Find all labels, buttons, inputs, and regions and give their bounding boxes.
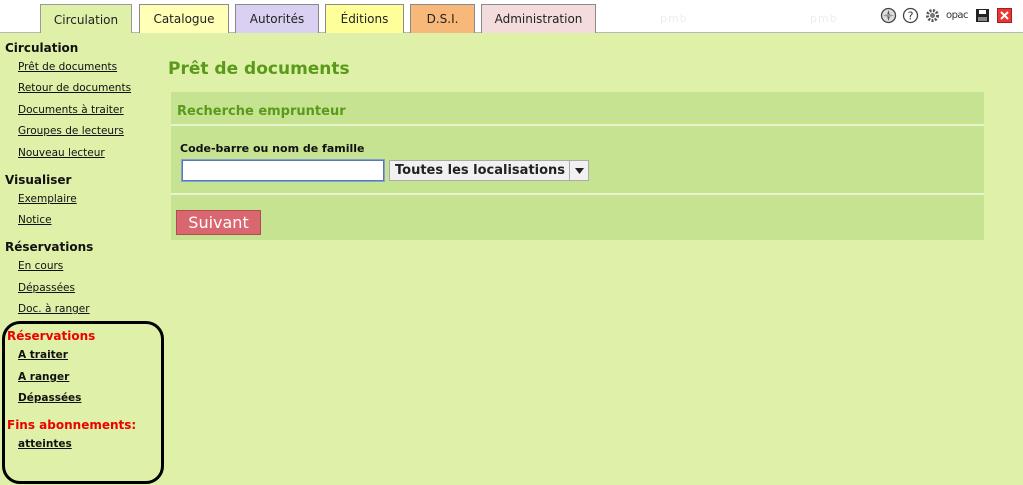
- pmb-watermark: pmb: [810, 12, 838, 25]
- sidebar-item-groupes-lecteurs[interactable]: Groupes de lecteurs: [18, 125, 124, 137]
- alert-item-atteintes[interactable]: atteintes: [18, 438, 72, 450]
- sidebar-item-exemplaire[interactable]: Exemplaire: [18, 193, 77, 205]
- page-title: Prêt de documents: [168, 59, 350, 79]
- compass-icon[interactable]: [879, 6, 897, 24]
- top-tab-bar: Circulation Catalogue Autorités Éditions…: [0, 0, 1023, 34]
- suivant-button[interactable]: Suivant: [176, 210, 261, 235]
- sidebar-section-reservations: Réservations: [5, 240, 94, 254]
- alert-item-a-traiter[interactable]: A traiter: [18, 349, 68, 361]
- location-select[interactable]: Toutes les localisations: [389, 160, 589, 181]
- sidebar-section-circulation: Circulation: [5, 41, 79, 55]
- sidebar-section-visualiser: Visualiser: [5, 173, 72, 187]
- sidebar-item-nouveau-lecteur[interactable]: Nouveau lecteur: [18, 147, 105, 159]
- panel-title: Recherche emprunteur: [177, 104, 346, 119]
- alert-item-a-ranger[interactable]: A ranger: [18, 371, 69, 383]
- opac-icon[interactable]: opac: [945, 6, 969, 24]
- alert-reservations-title: Réservations: [7, 329, 96, 343]
- divider: [171, 124, 984, 126]
- tab-dsi[interactable]: D.S.I.: [410, 4, 475, 33]
- pmb-watermark: pmb: [660, 12, 688, 25]
- barcode-field-label: Code-barre ou nom de famille: [180, 142, 365, 155]
- sidebar-item-retour-documents[interactable]: Retour de documents: [18, 82, 131, 94]
- sidebar-item-depassees[interactable]: Dépassées: [18, 282, 75, 294]
- search-panel: Recherche emprunteur Code-barre ou nom d…: [171, 92, 984, 240]
- help-icon[interactable]: ?: [901, 6, 919, 24]
- tab-circulation[interactable]: Circulation: [40, 4, 132, 34]
- tab-catalogue[interactable]: Catalogue: [139, 4, 229, 33]
- svg-text:?: ?: [907, 9, 913, 22]
- tab-administration[interactable]: Administration: [481, 4, 596, 33]
- alert-fins-abonnements-title: Fins abonnements:: [7, 418, 137, 432]
- settings-icon[interactable]: [923, 6, 941, 24]
- sidebar-item-documents-a-traiter[interactable]: Documents à traiter: [18, 104, 124, 116]
- sidebar-item-pret-documents[interactable]: Prêt de documents: [18, 61, 117, 73]
- tab-editions[interactable]: Éditions: [325, 4, 404, 33]
- close-icon[interactable]: [995, 6, 1013, 24]
- sidebar-item-notice[interactable]: Notice: [18, 214, 52, 226]
- barcode-name-input[interactable]: [181, 159, 385, 182]
- page-body: Circulation Prêt de documents Retour de …: [0, 33, 1023, 485]
- chevron-down-icon[interactable]: [569, 161, 588, 180]
- save-icon[interactable]: [973, 6, 991, 24]
- tab-autorites[interactable]: Autorités: [235, 4, 319, 33]
- alert-item-depassees[interactable]: Dépassées: [18, 392, 81, 404]
- toolbar-icons: ? opac: [879, 6, 1013, 24]
- location-select-value: Toutes les localisations: [395, 163, 566, 178]
- sidebar-item-doc-a-ranger[interactable]: Doc. à ranger: [18, 303, 90, 315]
- sidebar: Circulation Prêt de documents Retour de …: [0, 33, 164, 485]
- divider: [171, 193, 984, 195]
- sidebar-item-en-cours[interactable]: En cours: [18, 260, 63, 272]
